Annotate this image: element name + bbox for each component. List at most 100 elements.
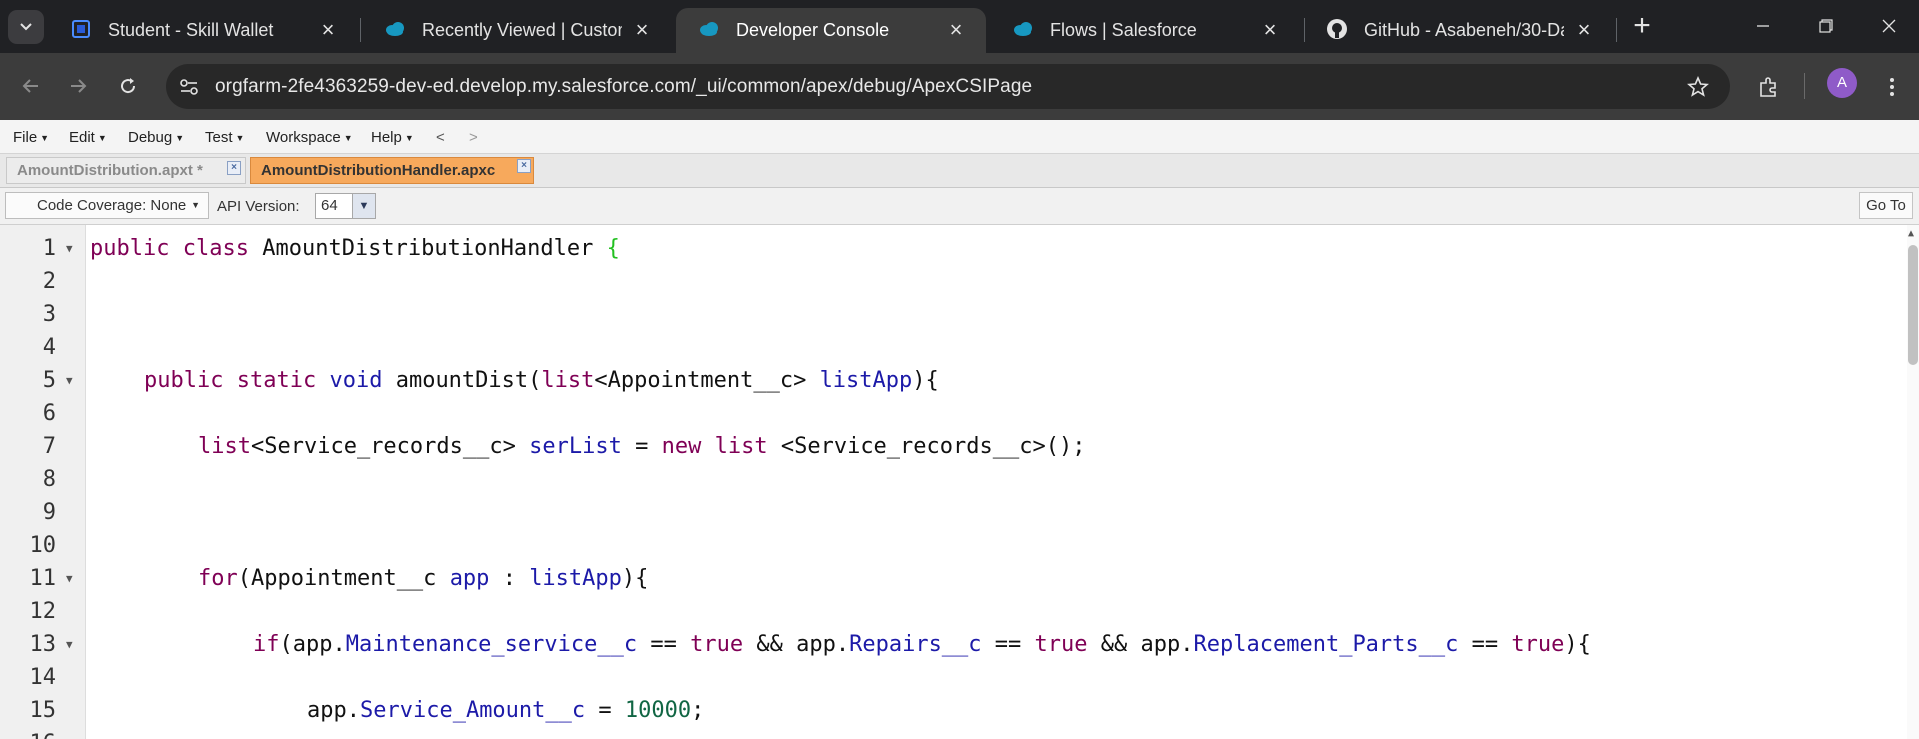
fold-arrow-icon[interactable]: ▼ (66, 638, 73, 651)
star-icon[interactable] (1687, 76, 1709, 98)
chevron-down-icon (20, 23, 32, 31)
new-tab-button[interactable]: + (1626, 10, 1658, 42)
file-tab-amountdistribution[interactable]: AmountDistribution.apxt * × (6, 157, 246, 184)
variable: serList (529, 434, 622, 459)
menu-workspace[interactable]: Workspace ▼ (266, 129, 353, 146)
code-line-7: list<Service_records__c> serList = new l… (198, 434, 1085, 459)
keyword: void (329, 368, 383, 393)
browser-tab-recently-viewed[interactable]: Recently Viewed | Customer D × (362, 8, 672, 53)
tab-search-button[interactable] (8, 10, 44, 44)
line-number: 7 (42, 434, 56, 459)
caret-down-icon: ▼ (175, 133, 185, 144)
restore-button[interactable] (1798, 8, 1854, 46)
code-coverage-select[interactable]: Code Coverage: None ▼ (5, 192, 209, 219)
close-icon[interactable]: × (944, 18, 968, 42)
scroll-up-icon[interactable]: ▲ (1908, 228, 1914, 239)
github-icon (1327, 19, 1347, 39)
profile-avatar[interactable]: A (1827, 68, 1857, 98)
back-button[interactable] (13, 69, 49, 105)
site-settings-icon[interactable] (178, 76, 200, 98)
expression: (app. (279, 632, 346, 657)
close-icon[interactable]: × (1572, 18, 1596, 42)
expression: && app. (1100, 632, 1194, 657)
close-icon[interactable]: × (1258, 18, 1282, 42)
keyword: class (182, 236, 249, 261)
code-editor[interactable]: 1 ▼ 2 3 4 5 ▼ 6 7 8 9 10 11 ▼ 12 13 ▼ 14… (0, 225, 1919, 739)
close-icon[interactable]: × (630, 18, 654, 42)
type: list (198, 434, 251, 459)
browser-tab-skill-wallet[interactable]: Student - Skill Wallet × (48, 8, 358, 53)
class-name: AmountDistributionHandler (262, 236, 594, 261)
forward-button[interactable] (60, 69, 96, 105)
more-vertical-icon[interactable] (1880, 75, 1904, 99)
browser-tab-flows[interactable]: Flows | Salesforce × (990, 8, 1300, 53)
close-icon[interactable]: × (316, 18, 340, 42)
menu-help[interactable]: Help ▼ (371, 129, 414, 146)
menu-debug[interactable]: Debug ▼ (128, 129, 184, 146)
menu-file[interactable]: File ▼ (13, 129, 49, 146)
file-tab-label: AmountDistributionHandler.apxc (261, 162, 496, 179)
keyword: true (1034, 632, 1088, 657)
arrow-right-icon (71, 79, 87, 93)
operator: == (650, 632, 677, 657)
salesforce-cloud-icon (386, 22, 404, 36)
line-number: 9 (42, 500, 56, 525)
fold-arrow-icon[interactable]: ▼ (66, 572, 73, 585)
file-tab-amountdistributionhandler[interactable]: AmountDistributionHandler.apxc × (250, 157, 534, 184)
line-number: 15 (29, 698, 57, 723)
expression: app. (307, 698, 360, 723)
keyword: true (1511, 632, 1565, 657)
brace: { (606, 236, 620, 261)
go-to-button[interactable]: Go To (1859, 192, 1913, 219)
window-close-button[interactable] (1861, 8, 1917, 46)
menu-label: Workspace (266, 129, 341, 146)
minimize-button[interactable] (1735, 8, 1791, 46)
restore-icon (1819, 19, 1833, 33)
expression: && app. (756, 632, 850, 657)
api-version-select[interactable]: 64 ▼ (315, 193, 376, 219)
line-number: 1 (42, 236, 56, 261)
fold-arrow-icon[interactable]: ▼ (66, 374, 73, 387)
nav-forward-button[interactable]: > (469, 129, 478, 146)
tab-title: Recently Viewed | Customer D (422, 20, 622, 40)
fold-arrow-icon[interactable]: ▼ (66, 242, 73, 255)
browser-tab-developer-console[interactable]: Developer Console × (676, 8, 986, 53)
line-number: 13 (29, 632, 57, 657)
browser-tab-github[interactable]: GitHub - Asabeneh/30-Days- × (1304, 8, 1614, 53)
caret-down-icon: ▼ (191, 200, 200, 210)
line-number-gutter: 1 ▼ 2 3 4 5 ▼ 6 7 8 9 10 11 ▼ 12 13 ▼ 14… (0, 225, 86, 739)
reload-button[interactable] (110, 69, 146, 105)
variable: app (449, 566, 490, 591)
operator: : (502, 566, 516, 591)
punct: ){ (912, 368, 939, 393)
file-tab-label: AmountDistribution.apxt * (17, 162, 203, 179)
line-number: 14 (29, 665, 57, 690)
nav-back-button[interactable]: < (436, 129, 445, 146)
type-arg: <Service_records__c>(); (780, 434, 1086, 459)
arrow-left-icon (22, 79, 38, 93)
keyword: static (236, 368, 317, 393)
url-text: orgfarm-2fe4363259-dev-ed.develop.my.sal… (215, 76, 1033, 97)
type: (Appointment__c (237, 566, 437, 591)
method-name: amountDist( (395, 368, 542, 393)
file-tabs: AmountDistribution.apxt * × AmountDistri… (0, 154, 1919, 188)
punct: ){ (1564, 632, 1591, 657)
close-icon[interactable]: × (517, 159, 531, 173)
keyword: list (714, 434, 768, 459)
scrollbar-thumb[interactable] (1908, 245, 1918, 365)
reload-icon (121, 78, 136, 94)
line-number: 6 (42, 401, 56, 426)
chevron-down-icon[interactable]: ▼ (352, 194, 375, 218)
keyword: true (690, 632, 744, 657)
keyword: new (661, 434, 702, 459)
line-number: 5 (42, 368, 56, 393)
menu-edit[interactable]: Edit ▼ (69, 129, 107, 146)
field: Maintenance_service__c (345, 632, 638, 657)
skillwallet-icon (72, 20, 90, 38)
address-bar[interactable]: orgfarm-2fe4363259-dev-ed.develop.my.sal… (166, 64, 1730, 109)
menu-test[interactable]: Test ▼ (205, 129, 244, 146)
api-version-value: 64 (321, 197, 338, 214)
tab-title: Flows | Salesforce (1050, 20, 1197, 40)
close-icon[interactable]: × (227, 161, 241, 175)
extensions-icon[interactable] (1757, 75, 1781, 99)
